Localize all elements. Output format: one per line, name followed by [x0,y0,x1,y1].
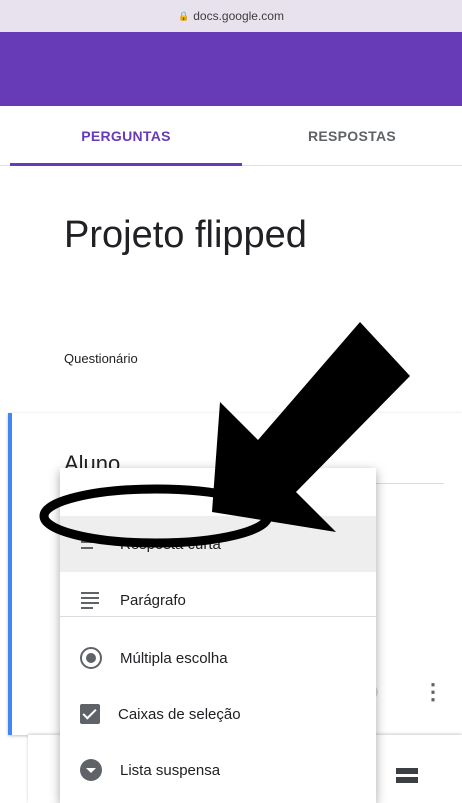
drag-handle-icon[interactable]: ⋮ [236,423,250,440]
menu-item-resposta-curta[interactable]: Resposta curta [60,516,376,572]
menu-item-label: Resposta curta [120,535,221,553]
active-tab-indicator [10,163,242,166]
menu-item-lista-suspensa[interactable]: Lista suspensa [60,742,376,798]
dropdown-icon [80,759,102,781]
lock-icon: 🔒 [178,10,190,21]
menu-item-label: Lista suspensa [120,761,221,779]
menu-item-paragrafo[interactable]: Parágrafo [60,572,376,628]
tab-perguntas[interactable]: PERGUNTAS [10,106,242,166]
checkbox-icon [80,704,100,724]
tab-respostas[interactable]: RESPOSTAS [242,106,462,166]
browser-url-bar[interactable]: 🔒 docs.google.com [0,0,462,32]
app-header [0,32,462,106]
menu-item-label: Caixas de seleção [118,705,241,723]
form-title[interactable]: Projeto flipped [64,214,307,257]
url-text: docs.google.com [193,9,284,23]
menu-item-label: Parágrafo [120,591,186,609]
menu-divider [60,616,376,617]
paragraph-icon [80,589,102,611]
question-type-menu: Resposta curta Parágrafo Múltipla escolh… [60,468,376,803]
radio-button-icon [80,647,102,669]
short-answer-icon [80,533,102,555]
tab-bar: PERGUNTAS RESPOSTAS [0,106,462,166]
menu-item-label: Múltipla escolha [120,649,228,667]
section-icon[interactable] [396,768,418,784]
more-options-icon[interactable]: ⋮ [422,679,444,705]
menu-item-multipla-escolha[interactable]: Múltipla escolha [60,630,376,686]
form-description[interactable]: Questionário [64,351,138,366]
menu-item-caixas-de-selecao[interactable]: Caixas de seleção [60,686,376,742]
